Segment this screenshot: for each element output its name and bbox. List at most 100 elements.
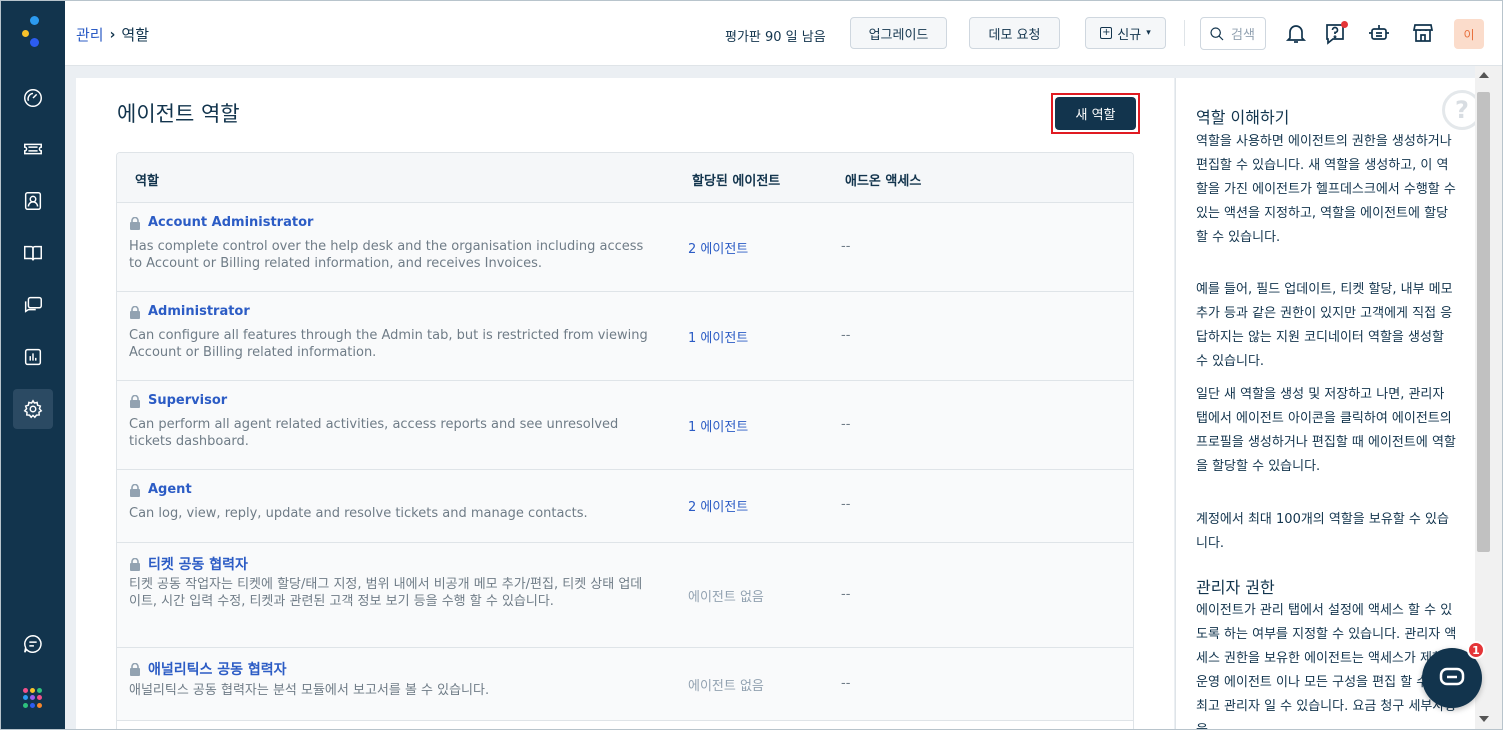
help-paragraph: 계정에서 최대 100개의 역할을 보유할 수 있습니다. — [1196, 512, 1449, 551]
topbar: 관리 › 역할 평가판 90 일 남음 업그레이드 데모 요청 + 신규 ▾ 검… — [65, 0, 1503, 66]
demo-request-button[interactable]: 데모 요청 — [969, 17, 1060, 49]
table-row[interactable]: Supervisor Can perform all agent related… — [117, 381, 1133, 470]
chevron-right-icon: › — [109, 26, 116, 43]
role-description: Can configure all features through the A… — [129, 328, 648, 360]
reports-icon — [24, 348, 42, 366]
role-description: 애널리틱스 공동 협력자는 분석 모듈에서 보고서를 볼 수 있습니다. — [129, 683, 490, 698]
breadcrumb-admin-link[interactable]: 관리 — [76, 24, 104, 45]
table-row[interactable]: Agent Can log, view, reply, update and r… — [117, 470, 1133, 543]
topbar-divider — [1184, 20, 1185, 46]
addon-access-value: -- — [841, 587, 851, 602]
column-header-assigned-agents: 할당된 에이전트 — [692, 174, 781, 189]
breadcrumb-current: 역할 — [121, 26, 149, 44]
help-paragraph: 일단 새 역할을 생성 및 저장하고 나면, 관리자 탭에서 에이전트 아이콘을… — [1196, 387, 1456, 474]
lock-icon — [129, 557, 141, 571]
freshdesk-logo[interactable] — [20, 16, 46, 50]
sidebar — [0, 0, 65, 730]
addon-access-value: -- — [841, 676, 851, 691]
breadcrumb: 관리 › 역할 — [76, 24, 149, 45]
role-name-link[interactable]: Supervisor — [129, 393, 227, 408]
role-description: 티켓 공동 작업자는 티켓에 할당/태그 지정, 범위 내에서 비공개 메모 추… — [129, 577, 643, 609]
help-button[interactable] — [1321, 19, 1349, 47]
role-name-link[interactable]: Account Administrator — [129, 215, 313, 230]
roles-main-card: 에이전트 역할 새 역할 역할 할당된 에이전트 애드온 액세스 Account… — [76, 78, 1174, 730]
chat-icon — [1439, 667, 1465, 686]
sidebar-item-knowledge-base[interactable] — [13, 233, 53, 273]
ticket-icon — [24, 143, 42, 155]
new-role-highlight: 새 역할 — [1051, 93, 1140, 134]
sidebar-item-dashboard[interactable] — [13, 78, 53, 118]
role-description: Can perform all agent related activities… — [129, 417, 619, 449]
upgrade-button[interactable]: 업그레이드 — [850, 17, 947, 49]
assigned-agents-link[interactable]: 2 에이전트 — [688, 238, 748, 257]
user-avatar[interactable]: 이 — [1454, 19, 1484, 49]
help-paragraph: 예를 들어, 필드 업데이트, 티켓 할당, 내부 메모 추가 등과 같은 권한… — [1196, 282, 1453, 369]
help-notification-dot — [1341, 21, 1348, 28]
help-heading-admin-permissions: 관리자 권한 — [1196, 578, 1275, 597]
sidebar-item-reports[interactable] — [13, 337, 53, 377]
assigned-agents-value: 에이전트 없음 — [688, 679, 764, 694]
addon-access-value: -- — [841, 328, 851, 343]
sidebar-item-tickets[interactable] — [13, 129, 53, 169]
page-title: 에이전트 역할 — [117, 102, 240, 126]
sidebar-item-admin[interactable] — [13, 389, 53, 429]
book-icon — [24, 245, 42, 261]
role-description: Can log, view, reply, update and resolve… — [129, 506, 588, 521]
dashboard-icon — [24, 89, 42, 107]
assigned-agents-value: 에이전트 없음 — [688, 590, 764, 605]
role-name-link[interactable]: 애널리틱스 공동 협력자 — [129, 659, 287, 679]
help-question-icon[interactable]: ? — [1442, 90, 1475, 130]
chat-bubbles-icon — [24, 296, 42, 313]
apps-grid-icon[interactable] — [23, 688, 43, 708]
ticket-bot-button[interactable] — [1365, 19, 1393, 47]
table-header: 역할 할당된 에이전트 애드온 액세스 — [117, 153, 1133, 203]
chevron-down-icon: ▾ — [1146, 28, 1151, 38]
table-row[interactable]: Account Administrator Has complete contr… — [117, 203, 1133, 292]
help-panel: ? 역할 이해하기 역할을 사용하면 에이전트의 권한을 생성하거나 편집할 수… — [1175, 78, 1475, 730]
page-scrollbar[interactable] — [1475, 66, 1503, 730]
help-paragraph: 역할을 사용하면 에이전트의 권한을 생성하거나 편집할 수 있습니다. 새 역… — [1196, 134, 1456, 245]
notifications-button[interactable] — [1282, 19, 1310, 47]
message-icon — [24, 635, 42, 653]
role-name-link[interactable]: Agent — [129, 482, 192, 497]
sidebar-item-contacts[interactable] — [13, 181, 53, 221]
gear-icon — [23, 399, 43, 419]
lock-icon — [129, 483, 141, 497]
contacts-icon — [24, 192, 42, 210]
help-heading-roles: 역할 이해하기 — [1196, 108, 1290, 127]
chat-unread-badge: 1 — [1467, 641, 1485, 659]
search-input[interactable]: 검색 — [1200, 17, 1266, 50]
lock-icon — [129, 216, 141, 230]
roles-table: 역할 할당된 에이전트 애드온 액세스 Account Administrato… — [116, 152, 1134, 730]
bell-icon — [1285, 25, 1307, 43]
addon-access-value: -- — [841, 497, 851, 512]
table-row[interactable]: Administrator Can configure all features… — [117, 292, 1133, 381]
table-row[interactable]: 티켓 공동 협력자 티켓 공동 작업자는 티켓에 할당/태그 지정, 범위 내에… — [117, 543, 1133, 648]
assigned-agents-link[interactable]: 1 에이전트 — [688, 327, 748, 346]
marketplace-button[interactable] — [1409, 19, 1437, 47]
new-dropdown-button[interactable]: + 신규 ▾ — [1085, 17, 1166, 49]
role-name-link[interactable]: Administrator — [129, 304, 250, 319]
help-paragraph: 에이전트가 관리 탭에서 설정에 액세스 할 수 있도록 하는 여부를 지정할 … — [1196, 603, 1457, 730]
column-header-role: 역할 — [135, 174, 159, 189]
search-icon — [1210, 26, 1224, 40]
role-name-link[interactable]: 티켓 공동 협력자 — [129, 554, 248, 574]
store-icon — [1412, 24, 1434, 42]
role-description: Has complete control over the help desk … — [129, 239, 644, 271]
addon-access-value: -- — [841, 417, 851, 432]
lock-icon — [129, 305, 141, 319]
column-header-addon-access: 애드온 액세스 — [845, 174, 922, 189]
lock-icon — [129, 394, 141, 408]
sidebar-item-forums[interactable] — [13, 285, 53, 325]
robot-icon — [1369, 25, 1389, 40]
sidebar-item-chat[interactable] — [13, 624, 53, 664]
scrollbar-thumb[interactable] — [1477, 92, 1490, 552]
assigned-agents-link[interactable]: 1 에이전트 — [688, 416, 748, 435]
table-row[interactable]: 애널리틱스 공동 협력자 애널리틱스 공동 협력자는 분석 모듈에서 보고서를 … — [117, 648, 1133, 721]
scroll-up-arrow-icon[interactable] — [1479, 72, 1489, 78]
lock-icon — [129, 662, 141, 676]
scroll-down-arrow-icon[interactable] — [1479, 716, 1489, 722]
addon-access-value: -- — [841, 239, 851, 254]
assigned-agents-link[interactable]: 2 에이전트 — [688, 496, 748, 515]
new-role-button[interactable]: 새 역할 — [1055, 97, 1136, 130]
